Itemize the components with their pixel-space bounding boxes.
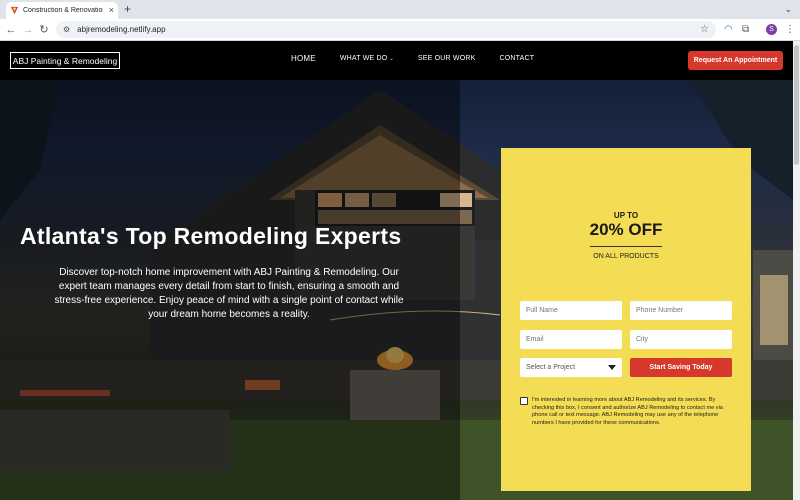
back-icon[interactable]: ←	[4, 23, 18, 37]
dropdown-arrow-icon	[608, 365, 616, 370]
page-scrollbar[interactable]	[793, 41, 800, 500]
nav-contact[interactable]: CONTACT	[499, 55, 534, 63]
promo-divider	[590, 246, 662, 247]
chevron-down-icon: ⌄	[389, 56, 394, 62]
nav-what-we-do[interactable]: WHAT WE DO ⌄	[340, 55, 394, 63]
consent-checkbox[interactable]	[520, 397, 528, 405]
hero-section: Atlanta's Top Remodeling Experts Discove…	[0, 80, 793, 500]
site-header: ABJ Painting & Remodeling HOME WHAT WE D…	[0, 41, 793, 80]
address-bar-row: ← → ↻ ⚙ abjremodeling.netlify.app ☆ ◠ ⧉ …	[0, 19, 800, 41]
menu-kebab-icon[interactable]: ⋮	[785, 23, 795, 37]
nav-see-our-work[interactable]: SEE OUR WORK	[418, 55, 476, 63]
hero-title: Atlanta's Top Remodeling Experts	[20, 223, 402, 249]
forward-icon[interactable]: →	[21, 23, 35, 37]
bookmark-star-icon[interactable]: ☆	[700, 24, 709, 35]
nav-what-we-do-label: WHAT WE DO	[339, 55, 388, 62]
request-appointment-button[interactable]: Request An Appointment	[688, 51, 783, 70]
url-text[interactable]: abjremodeling.netlify.app	[77, 25, 700, 34]
site-info-icon[interactable]: ⚙	[63, 25, 70, 34]
tab-title: Construction & Renovation Se	[23, 7, 103, 14]
consent-text: I'm interested in learning more about AB…	[532, 397, 723, 426]
hero-description: Discover top-notch home improvement with…	[54, 267, 404, 320]
reload-icon[interactable]: ↻	[37, 23, 51, 37]
new-tab-button[interactable]: +	[124, 2, 131, 16]
extension-icon[interactable]: ◠	[724, 23, 733, 37]
promo-up-to: UP TO	[613, 211, 639, 220]
main-nav: HOME WHAT WE DO ⌄ SEE OUR WORK CONTACT	[291, 54, 558, 63]
project-select[interactable]: Select a Project	[520, 358, 622, 377]
start-saving-button[interactable]: Start Saving Today	[630, 358, 732, 377]
page-viewport: ABJ Painting & Remodeling HOME WHAT WE D…	[0, 41, 793, 500]
nav-home[interactable]: HOME	[291, 54, 316, 63]
omnibox[interactable]: ⚙ abjremodeling.netlify.app ☆	[56, 21, 716, 38]
tab-close-icon[interactable]: ×	[109, 6, 114, 15]
tab-search-icon[interactable]: ⌄	[784, 4, 792, 15]
full-name-input[interactable]: Full Name	[520, 301, 622, 320]
lead-form-card: UP TO 20% OFF ON ALL PRODUCTS Full Name …	[501, 148, 751, 491]
scrollbar-thumb[interactable]	[794, 45, 799, 165]
promo-discount: 20% OFF	[589, 220, 663, 239]
email-input[interactable]: Email	[520, 330, 622, 349]
phone-number-input[interactable]: Phone Number	[630, 301, 732, 320]
promo-subtitle: ON ALL PRODUCTS	[593, 253, 659, 260]
browser-tab[interactable]: Construction & Renovation Se ×	[6, 2, 118, 19]
profile-avatar[interactable]: S	[766, 24, 777, 35]
site-logo[interactable]: ABJ Painting & Remodeling	[10, 52, 120, 69]
site-favicon-icon	[10, 6, 19, 15]
city-input[interactable]: City	[630, 330, 732, 349]
project-select-value: Select a Project	[526, 364, 576, 371]
extensions-puzzle-icon[interactable]: ⧉	[742, 23, 749, 37]
browser-tabbar: Construction & Renovation Se × + ⌄	[0, 0, 800, 19]
